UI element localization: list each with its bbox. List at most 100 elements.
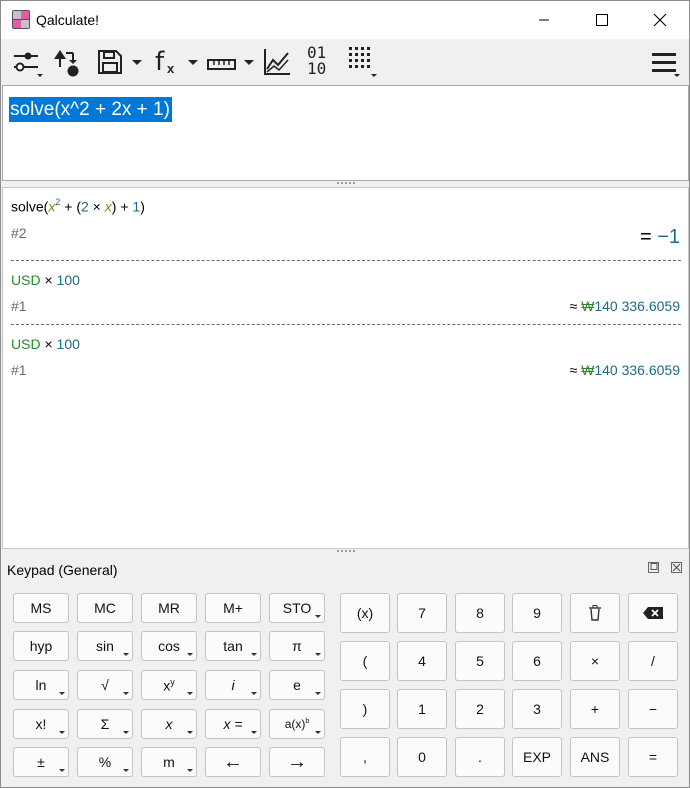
key-cos[interactable]: cos (141, 631, 197, 661)
key-mr[interactable]: MR (141, 593, 197, 623)
key-label: x! (35, 716, 47, 732)
key-backspace[interactable] (628, 593, 678, 633)
store-variable-icon (54, 50, 79, 77)
history-result-1: = −1 (639, 226, 680, 248)
right-arrow-icon: → (287, 750, 307, 773)
main-menu-dropdown-icon (674, 74, 680, 77)
key-exp[interactable]: EXP (512, 737, 562, 777)
ruler-icon (207, 59, 236, 70)
key-menu-indicator-icon (123, 692, 129, 695)
key-sum[interactable]: Σ (77, 709, 133, 739)
key-tan[interactable]: tan (205, 631, 261, 661)
key-m-plus[interactable]: M+ (205, 593, 261, 623)
key-label: % (98, 754, 112, 770)
minimize-button[interactable] (515, 1, 573, 39)
main-menu-button[interactable] (649, 45, 681, 79)
key-variable-x[interactable]: x (141, 709, 197, 739)
close-panel-button[interactable] (671, 562, 682, 573)
maximize-button[interactable] (573, 1, 631, 39)
key-ms[interactable]: MS (13, 593, 69, 623)
key-6[interactable]: 6 (512, 641, 562, 681)
functions-icon-subscript: x (167, 61, 175, 76)
history-result-3: ≈ ₩140 336.6059 (569, 362, 680, 378)
key-label: 7 (418, 605, 426, 621)
key-sto[interactable]: STO (269, 593, 325, 623)
key-e[interactable]: e (269, 670, 325, 700)
expression-text-selected[interactable]: solve(x^2 + 2x + 1) (9, 97, 172, 122)
history-expression-1: solve(x2 + (2 × x) + 1) (11, 197, 145, 215)
expression-resize-handle[interactable] (337, 182, 357, 185)
key-label: π (292, 638, 302, 654)
functions-icon: f (155, 47, 165, 77)
key-pi[interactable]: π (269, 631, 325, 661)
key-mc[interactable]: MC (77, 593, 133, 623)
key-ans[interactable]: ANS (570, 737, 620, 777)
key-8[interactable]: 8 (455, 593, 505, 633)
key-delete[interactable] (570, 593, 620, 633)
key-comma[interactable]: , (340, 737, 390, 777)
key-0[interactable]: 0 (397, 737, 447, 777)
key-close-paren[interactable]: ) (340, 689, 390, 729)
sliders-icon (14, 52, 38, 72)
key-cursor-left[interactable]: ← (205, 747, 261, 777)
units-menu-button[interactable] (207, 45, 257, 79)
mode-menu-button[interactable] (11, 45, 45, 79)
key-5[interactable]: 5 (455, 641, 505, 681)
key-1[interactable]: 1 (397, 689, 447, 729)
backspace-icon (643, 607, 663, 619)
key-ln[interactable]: ln (13, 670, 69, 700)
key-add[interactable]: + (570, 689, 620, 729)
keypad-toggle-button[interactable] (347, 45, 381, 79)
key-percent[interactable]: % (77, 747, 133, 777)
left-arrow-icon: ← (223, 750, 243, 773)
key-unit-m[interactable]: m (141, 747, 197, 777)
key-sqrt[interactable]: √ (77, 670, 133, 700)
key-label: 1 (418, 701, 426, 717)
key-imaginary[interactable]: i (205, 670, 261, 700)
key-hyp[interactable]: hyp (13, 631, 69, 661)
store-variable-button[interactable] (53, 45, 83, 79)
key-function-ax[interactable]: a(x)b (269, 709, 325, 739)
history-view[interactable]: solve(x2 + (2 × x) + 1) #2 = −1 USD × 10… (2, 187, 689, 549)
number-bases-button[interactable]: 01 10 (305, 45, 335, 79)
key-7[interactable]: 7 (397, 593, 447, 633)
key-4[interactable]: 4 (397, 641, 447, 681)
key-factorial[interactable]: x! (13, 709, 69, 739)
functions-menu-button[interactable]: f x (153, 45, 201, 79)
key-9[interactable]: 9 (512, 593, 562, 633)
key-label: ± (37, 754, 45, 770)
keypad-dropdown-icon (371, 74, 377, 77)
key-menu-indicator-icon (187, 769, 193, 772)
close-button[interactable] (631, 1, 689, 39)
key-divide[interactable]: / (628, 641, 678, 681)
key-plus-minus[interactable]: ± (13, 747, 69, 777)
history-ref-2: #1 (11, 298, 27, 314)
key-label: 9 (533, 605, 541, 621)
key-sin[interactable]: sin (77, 631, 133, 661)
float-panel-button[interactable] (648, 562, 659, 573)
key-label: (x) (356, 605, 374, 621)
key-menu-indicator-icon (123, 769, 129, 772)
key-equals[interactable]: = (628, 737, 678, 777)
toolbar: f x 01 10 (1, 39, 689, 85)
key-power[interactable]: xy (141, 670, 197, 700)
key-decimal[interactable]: . (455, 737, 505, 777)
save-dropdown-icon (132, 60, 142, 65)
key-label: i (231, 677, 235, 693)
key-subtract[interactable]: − (628, 689, 678, 729)
key-label: MS (30, 600, 52, 616)
key-open-paren[interactable]: ( (340, 641, 390, 681)
key-cursor-right[interactable]: → (269, 747, 325, 777)
key-3[interactable]: 3 (512, 689, 562, 729)
key-label: . (478, 749, 482, 765)
minimize-icon (539, 19, 549, 21)
key-menu-indicator-icon (315, 615, 321, 618)
key-parentheses[interactable]: (x) (340, 593, 390, 633)
history-expression-2: USD × 100 (11, 272, 80, 288)
save-menu-button[interactable] (95, 45, 145, 79)
key-2[interactable]: 2 (455, 689, 505, 729)
key-multiply[interactable]: × (570, 641, 620, 681)
expression-input[interactable]: solve(x^2 + 2x + 1) (2, 85, 689, 181)
key-equation[interactable]: x = (205, 709, 261, 739)
plot-button[interactable] (263, 45, 293, 79)
